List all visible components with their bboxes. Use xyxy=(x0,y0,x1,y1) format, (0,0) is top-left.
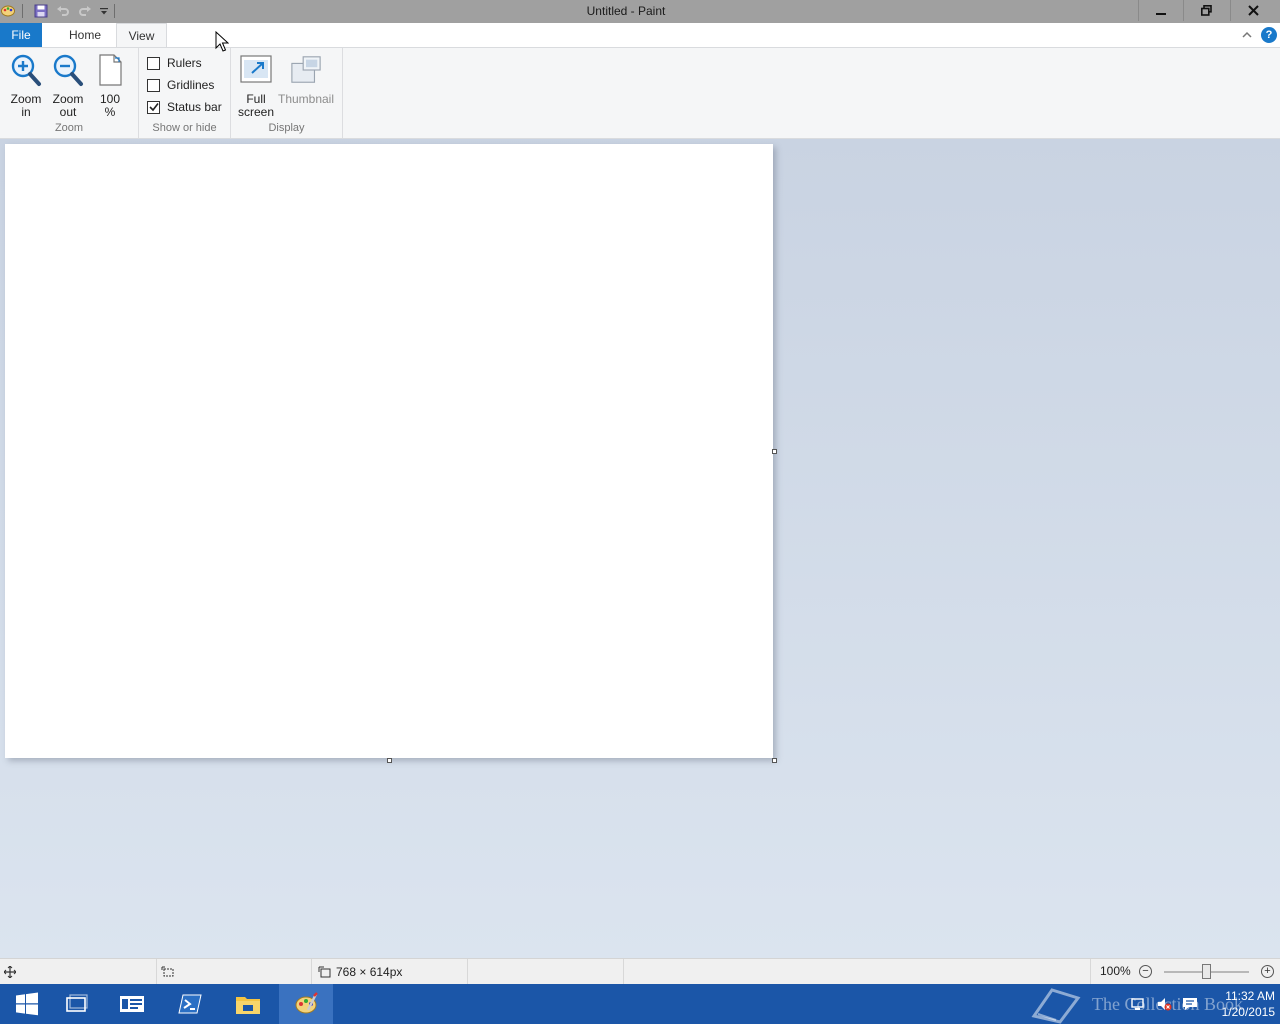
minimize-button[interactable] xyxy=(1138,0,1183,21)
zoom-in-icon[interactable]: + xyxy=(1261,965,1274,978)
system-clock[interactable]: 11:32 AM 1/20/2015 xyxy=(1205,988,1275,1020)
tab-file[interactable]: File xyxy=(0,23,42,47)
restore-button[interactable] xyxy=(1183,0,1228,21)
close-button[interactable] xyxy=(1230,0,1276,21)
canvas-size-text: 768 × 614px xyxy=(336,964,403,979)
checkmark-icon xyxy=(148,103,159,112)
tab-view[interactable]: View xyxy=(116,23,167,48)
zoom-out-icon[interactable]: − xyxy=(1139,965,1152,978)
thumbnail-label: Thumbnail xyxy=(277,92,335,106)
resize-handle-right[interactable] xyxy=(772,449,777,454)
minimize-icon xyxy=(1156,12,1166,15)
file-size-section xyxy=(468,959,624,984)
tab-home[interactable]: Home xyxy=(60,23,110,47)
canvas-size-icon xyxy=(318,966,331,977)
canvas-workspace xyxy=(0,139,1280,958)
rulers-label: Rulers xyxy=(167,56,202,70)
full-screen-button[interactable]: Full screen xyxy=(236,53,276,119)
cursor-position-section xyxy=(0,959,157,984)
full-screen-label-2: screen xyxy=(237,105,275,119)
folder-icon xyxy=(236,997,260,1014)
actual-size-button[interactable]: 100 % xyxy=(92,53,128,119)
server-manager-button[interactable] xyxy=(105,984,159,1024)
gridlines-label: Gridlines xyxy=(167,78,215,92)
action-center-icon[interactable] xyxy=(1182,996,1198,1012)
rulers-checkbox-box[interactable] xyxy=(147,56,160,70)
full-screen-icon xyxy=(240,53,272,87)
selection-icon xyxy=(161,966,174,976)
canvas-size-section: 768 × 614px xyxy=(312,959,468,984)
zoom-out-icon xyxy=(52,53,84,87)
paint-taskbar-button[interactable] xyxy=(279,984,333,1024)
drawing-canvas[interactable] xyxy=(5,144,773,758)
zoom-out-label-2: out xyxy=(59,105,77,119)
show-hide-group-label: Show or hide xyxy=(152,122,217,134)
crosshair-icon xyxy=(4,965,16,978)
thumbnail-icon xyxy=(290,53,322,87)
file-explorer-button[interactable] xyxy=(221,984,275,1024)
title-bar: Untitled - Paint xyxy=(0,0,1280,23)
start-button[interactable] xyxy=(0,984,54,1024)
page-icon xyxy=(94,53,126,87)
volume-muted-icon[interactable] xyxy=(1156,996,1172,1012)
actual-size-label-2: % xyxy=(104,105,116,119)
task-view-icon xyxy=(66,994,88,1012)
status-bar: 768 × 614px 100% − + xyxy=(0,958,1280,984)
zoom-slider-thumb[interactable] xyxy=(1202,964,1211,979)
selection-size-section xyxy=(157,959,312,984)
powershell-icon xyxy=(178,994,202,1014)
display-group-label: Display xyxy=(268,122,305,134)
zoom-out-button[interactable]: Zoom out xyxy=(49,53,87,119)
server-manager-icon xyxy=(120,996,144,1012)
zoom-in-icon xyxy=(10,53,42,87)
help-icon[interactable]: ? xyxy=(1261,27,1277,43)
windows-logo-icon xyxy=(16,992,38,1016)
zoom-separator xyxy=(1090,959,1091,984)
gridlines-checkbox[interactable]: Gridlines xyxy=(147,77,214,93)
taskbar: The Collection Book 11:32 AM 1/20/2015 xyxy=(0,984,1280,1024)
zoom-group: Zoom in Zoom out 100 % Zoom xyxy=(0,48,139,138)
ribbon-tab-row: File Home View ? xyxy=(0,23,1280,48)
display-group: Full screen Thumbnail Display xyxy=(231,48,343,138)
mouse-cursor-icon xyxy=(215,30,230,53)
gridlines-checkbox-box[interactable] xyxy=(147,78,160,92)
zoom-in-label-2: in xyxy=(21,105,31,119)
task-view-button[interactable] xyxy=(50,984,104,1024)
window-title: Untitled - Paint xyxy=(586,4,666,18)
resize-handle-bottom[interactable] xyxy=(387,758,392,763)
network-icon[interactable] xyxy=(1130,996,1146,1012)
resize-handle-corner[interactable] xyxy=(772,758,777,763)
status-bar-label: Status bar xyxy=(167,100,222,114)
zoom-group-label: Zoom xyxy=(54,122,84,134)
zoom-in-button[interactable]: Zoom in xyxy=(7,53,45,119)
close-icon xyxy=(1248,5,1259,16)
powershell-button[interactable] xyxy=(163,984,217,1024)
clock-date: 1/20/2015 xyxy=(1221,1005,1275,1019)
zoom-level-text: 100% xyxy=(1100,964,1131,978)
status-bar-checkbox[interactable]: Status bar xyxy=(147,99,222,115)
book-logo-icon xyxy=(1031,988,1081,1024)
rulers-checkbox[interactable]: Rulers xyxy=(147,55,202,71)
status-bar-checkbox-box[interactable] xyxy=(147,100,160,114)
clock-time: 11:32 AM xyxy=(1225,989,1275,1003)
paint-icon xyxy=(295,992,318,1014)
ribbon-panel: Zoom in Zoom out 100 % Zoom Show or hide… xyxy=(0,47,1280,139)
thumbnail-button[interactable]: Thumbnail xyxy=(277,53,335,106)
minimize-ribbon-icon[interactable] xyxy=(1240,28,1254,42)
restore-icon xyxy=(1200,5,1212,16)
